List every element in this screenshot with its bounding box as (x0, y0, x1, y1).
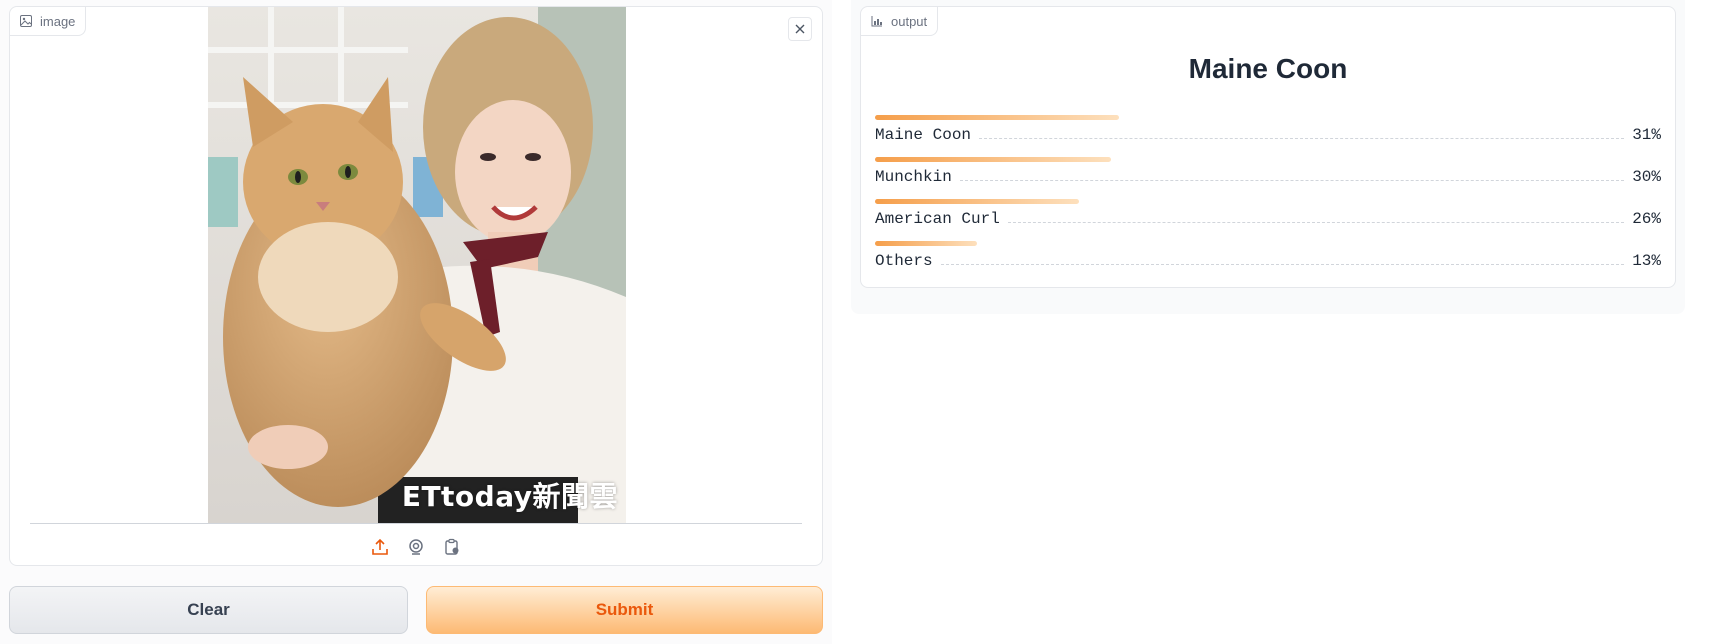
output-label-block: output Maine Coon Maine Coon 31% Munchki… (860, 6, 1676, 288)
confidence-percent: 26% (1632, 210, 1661, 228)
submit-button[interactable]: Submit (426, 586, 823, 634)
upload-button[interactable] (368, 535, 392, 559)
uploaded-image: ETtoday新聞雲 (208, 7, 626, 523)
image-input-block: image ETtoday新聞雲 (9, 6, 823, 566)
predicted-class: Maine Coon (1188, 53, 1348, 84)
confidence-bar (875, 115, 1119, 120)
confidence-bar (875, 199, 1080, 204)
chart-icon (871, 16, 882, 27)
image-divider (30, 523, 802, 524)
upload-icon (372, 538, 388, 555)
confidence-percent: 13% (1632, 252, 1661, 270)
output-block-label: output (861, 7, 939, 36)
watermark-text: ETtoday新聞雲 (401, 480, 618, 513)
input-column: image ETtoday新聞雲 Clear Submit (0, 0, 832, 644)
image-source-selector (10, 533, 822, 561)
close-icon (795, 24, 805, 34)
output-label-text: output (891, 13, 928, 29)
webcam-icon (409, 539, 423, 555)
confidence-percent: 30% (1632, 168, 1661, 186)
confidence-bar (875, 157, 1111, 162)
photo-illustration (208, 7, 626, 523)
confidence-percent: 31% (1632, 126, 1661, 144)
clipboard-button[interactable] (440, 535, 464, 559)
confidence-item: American Curl 26% (875, 199, 1661, 228)
confidence-label: Munchkin (875, 168, 952, 186)
output-column: output Maine Coon Maine Coon 31% Munchki… (851, 0, 1685, 314)
confidence-dots (979, 138, 1625, 139)
confidence-bar (875, 241, 978, 246)
confidence-label: Maine Coon (875, 126, 972, 144)
confidence-label: American Curl (875, 210, 1000, 228)
image-block-label: image (10, 7, 87, 36)
confidence-dots (959, 180, 1625, 181)
image-label-text: image (40, 13, 76, 29)
image-icon (20, 15, 32, 27)
confidence-item: Maine Coon 31% (875, 115, 1661, 144)
confidence-dots (940, 264, 1625, 265)
clear-button[interactable]: Clear (9, 586, 408, 634)
clipboard-icon (445, 538, 459, 555)
confidence-dots (1007, 222, 1625, 223)
confidence-item: Others 13% (875, 241, 1661, 270)
confidence-label: Others (875, 252, 933, 270)
webcam-button[interactable] (404, 535, 428, 559)
confidence-item: Munchkin 30% (875, 157, 1661, 186)
clear-image-button[interactable] (788, 17, 812, 41)
